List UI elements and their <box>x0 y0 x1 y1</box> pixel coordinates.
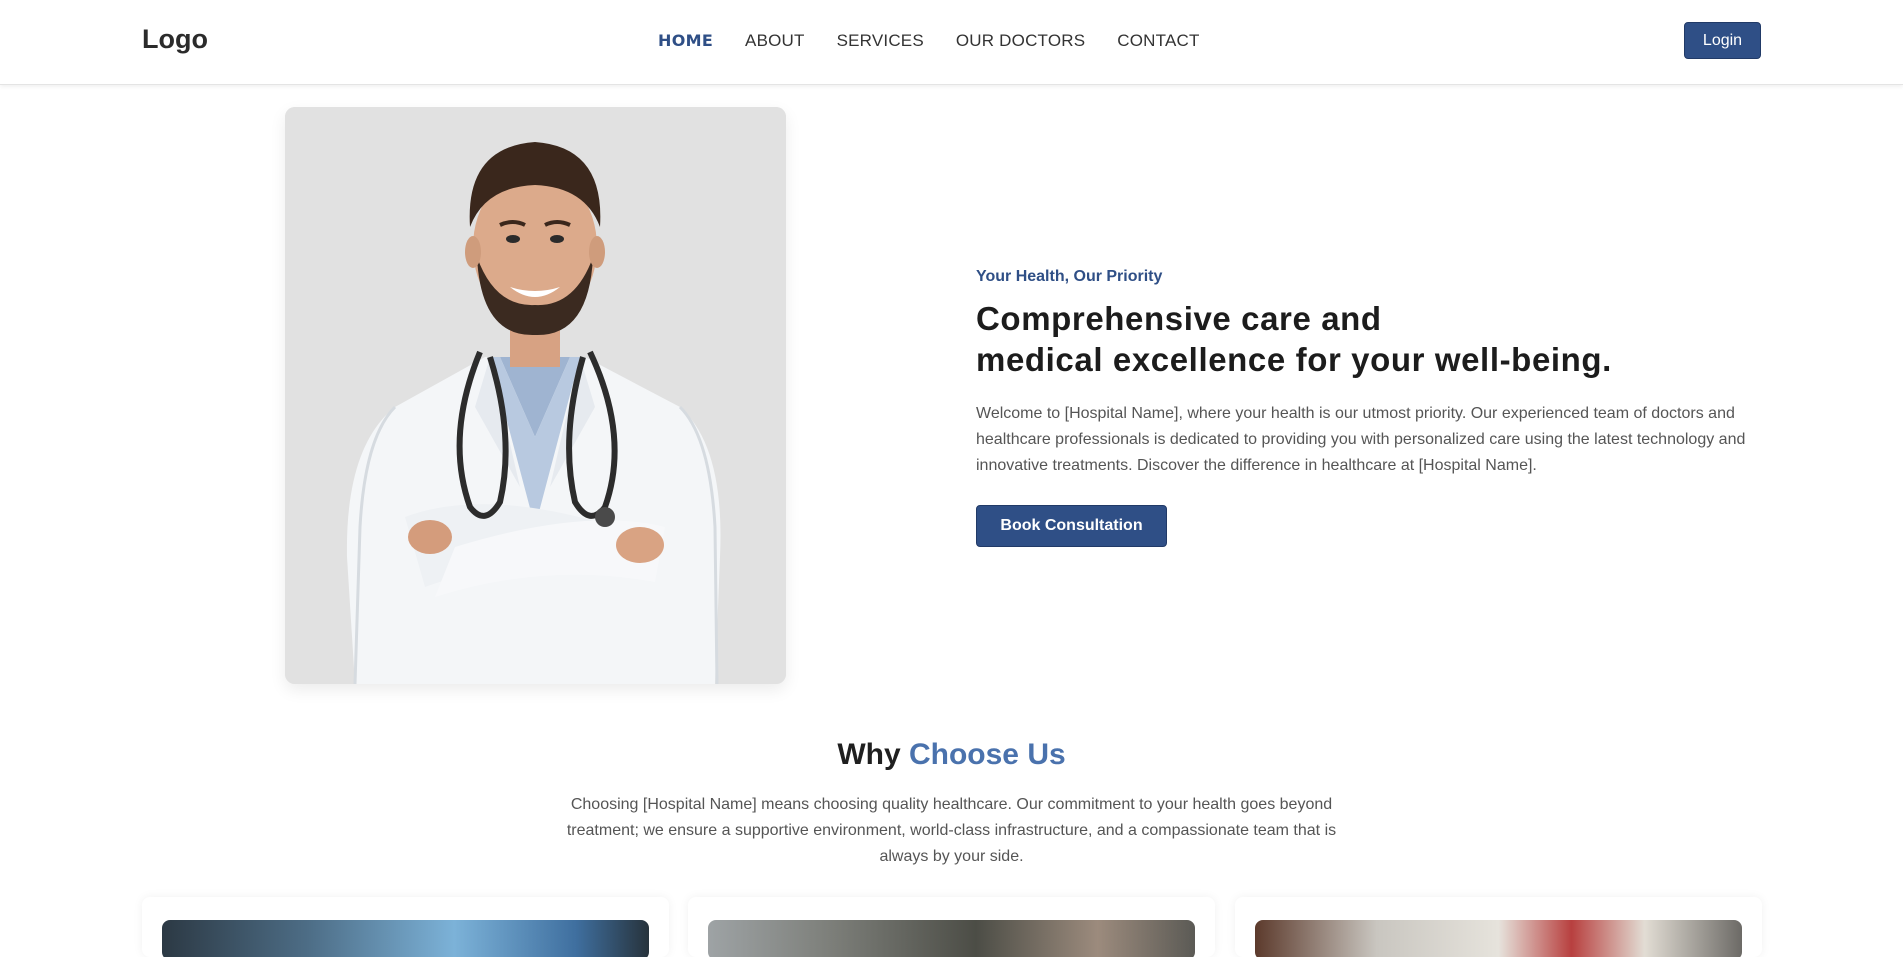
nav-contact[interactable]: CONTACT <box>1117 31 1199 51</box>
hero-title-line-1: Comprehensive care and <box>976 300 1382 337</box>
why-choose-us-description: Choosing [Hospital Name] means choosing … <box>566 796 1337 865</box>
why-title-accent: Choose Us <box>908 738 1066 771</box>
hero-section: Your Health, Our Priority Comprehensive … <box>976 268 1756 547</box>
feature-card-image <box>162 920 649 957</box>
nav-about[interactable]: ABOUT <box>745 31 805 51</box>
feature-card[interactable] <box>1235 897 1762 957</box>
feature-card-image <box>1255 920 1742 957</box>
nav-services[interactable]: SERVICES <box>837 31 924 51</box>
why-choose-us-title: Why Choose Us <box>0 738 1903 772</box>
doctor-illustration <box>285 107 786 684</box>
nav-home[interactable]: HOME <box>658 31 713 51</box>
nav-our-doctors[interactable]: OUR DOCTORS <box>956 31 1085 51</box>
feature-card[interactable] <box>142 897 669 957</box>
book-consultation-button[interactable]: Book Consultation <box>976 505 1167 547</box>
logo[interactable]: Logo <box>142 24 208 55</box>
doctor-photo <box>285 107 786 684</box>
feature-cards <box>142 897 1762 957</box>
hero-title-line-2: medical excellence for your well-being. <box>976 341 1612 378</box>
why-title-plain: Why <box>837 738 901 771</box>
main-nav: HOME ABOUT SERVICES OUR DOCTORS CONTACT <box>658 31 1200 51</box>
hero-description: Welcome to [Hospital Name], where your h… <box>976 405 1746 474</box>
feature-card-image <box>708 920 1195 957</box>
hero-title: Comprehensive care and medical excellenc… <box>976 298 1756 380</box>
site-header: Logo HOME ABOUT SERVICES OUR DOCTORS CON… <box>0 0 1903 85</box>
feature-card[interactable] <box>688 897 1215 957</box>
login-button[interactable]: Login <box>1684 22 1761 59</box>
hero-eyebrow: Your Health, Our Priority <box>976 268 1163 285</box>
